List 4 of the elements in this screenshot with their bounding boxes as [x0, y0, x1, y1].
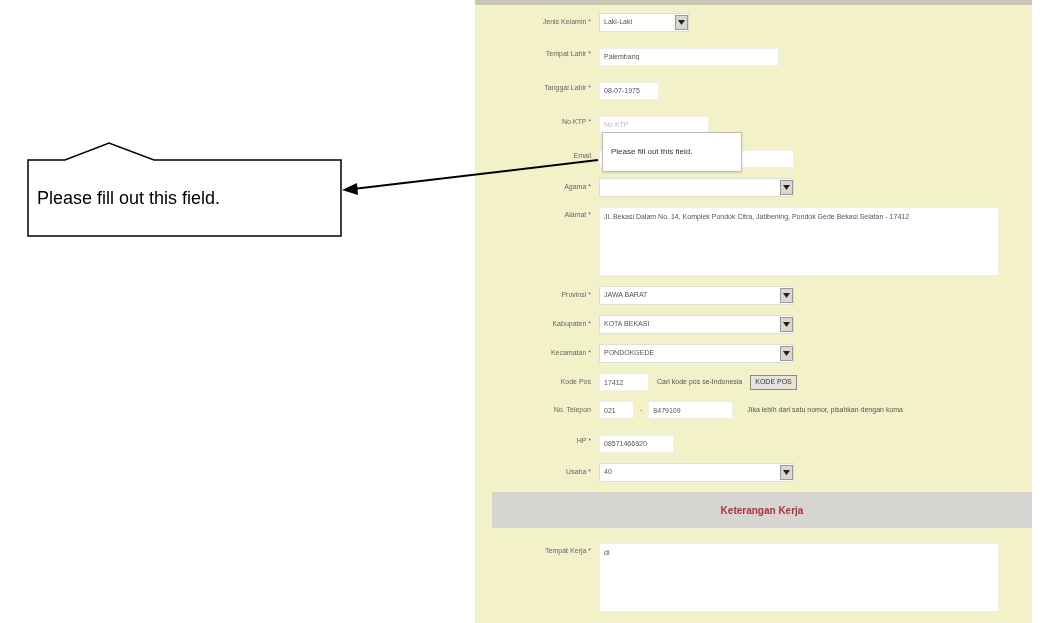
select-field[interactable]: [599, 178, 794, 197]
validation-tooltip: Please fill out this field.: [602, 132, 742, 172]
section-header: Keterangan Kerja: [492, 492, 1032, 528]
callout-text: Please fill out this field.: [37, 187, 221, 210]
